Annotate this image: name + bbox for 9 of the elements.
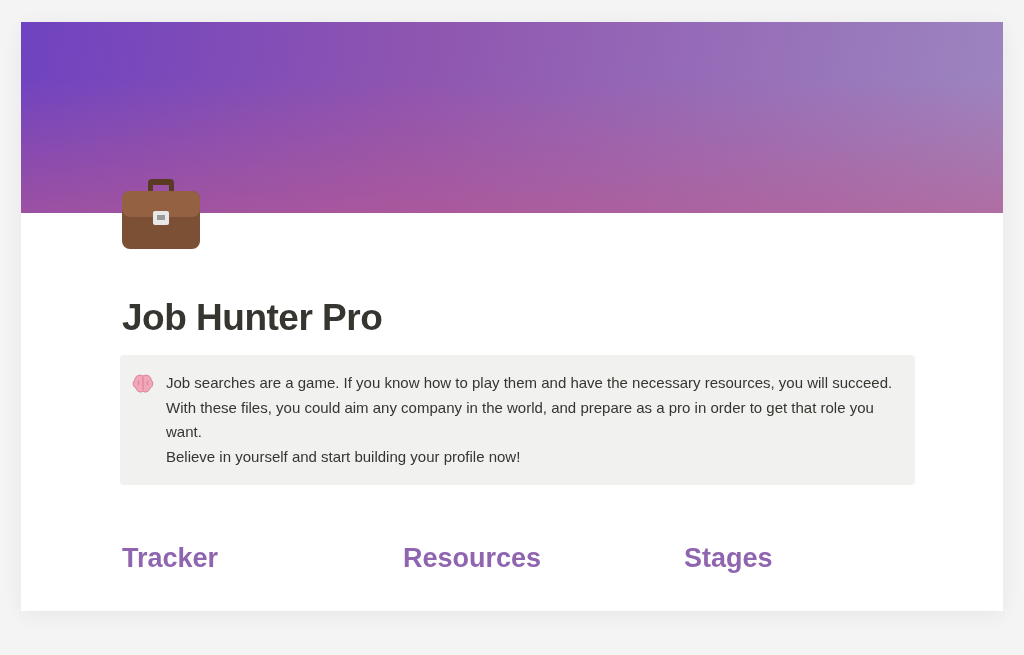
callout-text: Job searches are a game. If you know how to play them and have the necessary resources, you will succeed. — [166, 373, 894, 393]
section-heading: Tracker — [122, 543, 220, 574]
section-heading: Stages — [684, 543, 774, 574]
callout-text: Believe in yourself and start building your profile now! — [166, 446, 522, 467]
page-title: Job Hunter Pro — [122, 297, 384, 339]
briefcase-icon — [120, 177, 202, 251]
section-heading: Resources — [403, 543, 543, 574]
callout-text: With these files, you could aim any company in the world, and prepare as a pro in order to get that role you want. — [166, 397, 875, 442]
brain-icon — [132, 374, 154, 394]
